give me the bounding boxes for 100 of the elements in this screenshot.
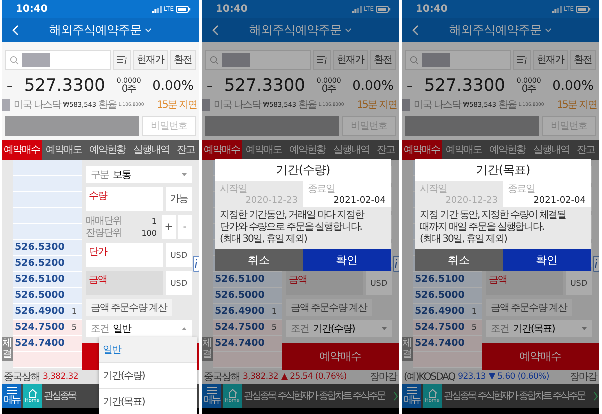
tab[interactable]: 잔고 <box>373 140 399 160</box>
tab[interactable]: 예약현황 <box>86 140 130 160</box>
tab[interactable]: 예약현황 <box>486 140 530 160</box>
dropdown-option[interactable]: 일반 <box>99 337 197 363</box>
orderbook-row[interactable]: 526.5100 <box>13 272 82 288</box>
search-action-button[interactable]: 현재가 <box>133 50 168 70</box>
nav-item[interactable]: 주식현재가 <box>478 389 518 403</box>
orderbook-row[interactable]: 524.7400 <box>13 336 82 352</box>
search-field[interactable] <box>405 50 511 70</box>
nav-item[interactable]: 관심종목 <box>444 389 476 403</box>
confirm-button[interactable]: 확인 <box>303 249 391 271</box>
orderbook-row[interactable]: 524.7500 5 <box>13 320 82 336</box>
tab[interactable]: 실행내역 <box>130 140 174 160</box>
menu-button[interactable]: 메뉴 <box>402 384 421 408</box>
condition-select[interactable]: 조건 기간(수량) <box>286 320 392 337</box>
password-field[interactable]: 비밀번호 <box>142 116 196 136</box>
cancel-button[interactable]: 취소 <box>415 249 503 271</box>
side-tab[interactable]: 체결 <box>202 337 213 361</box>
screen-title[interactable]: 해외주식예약주문 <box>250 22 342 38</box>
search-action-button[interactable]: 환전 <box>370 50 396 70</box>
nav-item[interactable]: 주식주문 <box>552 389 584 403</box>
nav-item[interactable]: 종합차트 <box>319 389 351 403</box>
price-field[interactable]: 단가 <box>86 243 163 267</box>
chevron-right-icon[interactable] <box>594 392 598 400</box>
dropdown-option[interactable]: 기간(수량) <box>99 363 197 389</box>
back-icon[interactable] <box>412 25 419 36</box>
orderbook-price: 524.7400 <box>15 338 65 349</box>
screen-title[interactable]: 해외주식예약주문 <box>50 22 142 38</box>
orderbook-row[interactable]: 526.5100 <box>213 272 282 288</box>
search-field[interactable] <box>5 50 111 70</box>
reserve-buy-button[interactable]: 예약매수 <box>482 343 599 370</box>
order-type-select[interactable]: 구분 보통 <box>86 166 192 183</box>
calculate-button[interactable]: 금액 주문수량 계산 <box>286 299 372 316</box>
nav-item[interactable]: 주식현재가 <box>278 389 318 403</box>
step-button[interactable]: - <box>178 215 192 239</box>
chevron-down-icon[interactable] <box>344 28 352 32</box>
info-tab-icon[interactable] <box>393 256 399 272</box>
tab[interactable]: 잔고 <box>173 140 199 160</box>
list-info-icon[interactable] <box>513 50 531 70</box>
signal-icon <box>552 6 562 12</box>
tab[interactable]: 실행내역 <box>530 140 574 160</box>
search-action-button[interactable]: 현재가 <box>533 50 568 70</box>
orderbook-row[interactable]: 526.5100 <box>413 272 482 288</box>
chevron-down-icon[interactable] <box>544 28 552 32</box>
info-tab-icon[interactable] <box>593 256 599 272</box>
orderbook-row[interactable]: 524.7500 5 <box>213 320 282 336</box>
orderbook-row[interactable]: 526.4900 1 <box>213 304 282 320</box>
info-tab-icon[interactable] <box>193 256 199 272</box>
orderbook-row[interactable]: 526.4900 1 <box>13 304 82 320</box>
cancel-button[interactable]: 취소 <box>215 249 303 271</box>
tab[interactable]: 실행내역 <box>330 140 374 160</box>
step-button[interactable]: + <box>162 215 176 239</box>
search-action-button[interactable]: 현재가 <box>333 50 368 70</box>
dropdown-option[interactable]: 기간(목표) <box>99 389 197 414</box>
search-action-button[interactable]: 환전 <box>570 50 596 70</box>
tab[interactable]: 예약매수 <box>402 140 442 160</box>
orderbook-row[interactable]: 526.5200 <box>13 256 82 272</box>
search-field[interactable] <box>205 50 311 70</box>
calculate-button[interactable]: 금액 주문수량 계산 <box>486 299 572 316</box>
orderbook-row[interactable]: 524.7500 5 <box>413 320 482 336</box>
chevron-right-icon[interactable] <box>394 392 398 400</box>
screen-title[interactable]: 해외주식예약주문 <box>450 22 542 38</box>
tab[interactable]: 예약현황 <box>286 140 330 160</box>
calculate-button[interactable]: 금액 주문수량 계산 <box>86 299 172 316</box>
reserve-buy-button[interactable]: 예약매수 <box>282 343 399 370</box>
orderbook-row[interactable]: 526.5000 <box>213 288 282 304</box>
back-icon[interactable] <box>12 25 19 36</box>
orderbook-row[interactable]: 526.4900 1 <box>413 304 482 320</box>
nav-item[interactable]: 주식주문 <box>352 389 384 403</box>
orderbook-row[interactable]: 524.7400 <box>413 336 482 352</box>
tab[interactable]: 예약매도 <box>442 140 486 160</box>
condition-select[interactable]: 조건 일반 <box>86 320 192 337</box>
side-tab[interactable]: 체결 <box>2 337 13 361</box>
menu-button[interactable]: 메뉴 <box>202 384 221 408</box>
status-time: 10:40 <box>16 4 48 14</box>
nav-item[interactable]: 관심종목 <box>44 389 76 403</box>
orderbook-row[interactable]: 524.7400 <box>213 336 282 352</box>
quantity-field[interactable]: 수량 <box>86 187 163 211</box>
orderbook-row[interactable]: 526.5000 <box>413 288 482 304</box>
date-value: 2020-12-23 <box>246 196 298 206</box>
dialog-title: 기간(목표) <box>476 162 530 178</box>
search-action-button[interactable]: 환전 <box>170 50 196 70</box>
tab[interactable]: 예약매수 <box>202 140 242 160</box>
tab[interactable]: 예약매도 <box>42 140 86 160</box>
chevron-down-icon[interactable] <box>144 28 152 32</box>
back-icon[interactable] <box>212 25 219 36</box>
menu-button[interactable]: 메뉴 <box>2 384 21 408</box>
available-button[interactable]: 가능 <box>166 187 192 211</box>
nav-item[interactable]: 관심종목 <box>244 389 276 403</box>
side-tab[interactable]: 체결 <box>402 337 413 361</box>
tab[interactable]: 잔고 <box>573 140 599 160</box>
tab[interactable]: 예약매수 <box>2 140 42 160</box>
list-info-icon[interactable] <box>313 50 331 70</box>
orderbook-row[interactable]: 526.5000 <box>13 288 82 304</box>
confirm-button[interactable]: 확인 <box>503 249 591 271</box>
condition-select[interactable]: 조건 기간(목표) <box>486 320 592 337</box>
tab[interactable]: 예약매도 <box>242 140 286 160</box>
orderbook-row[interactable]: 526.5300 <box>13 240 82 256</box>
nav-item[interactable]: 종합차트 <box>519 389 551 403</box>
list-info-icon[interactable] <box>113 50 131 70</box>
